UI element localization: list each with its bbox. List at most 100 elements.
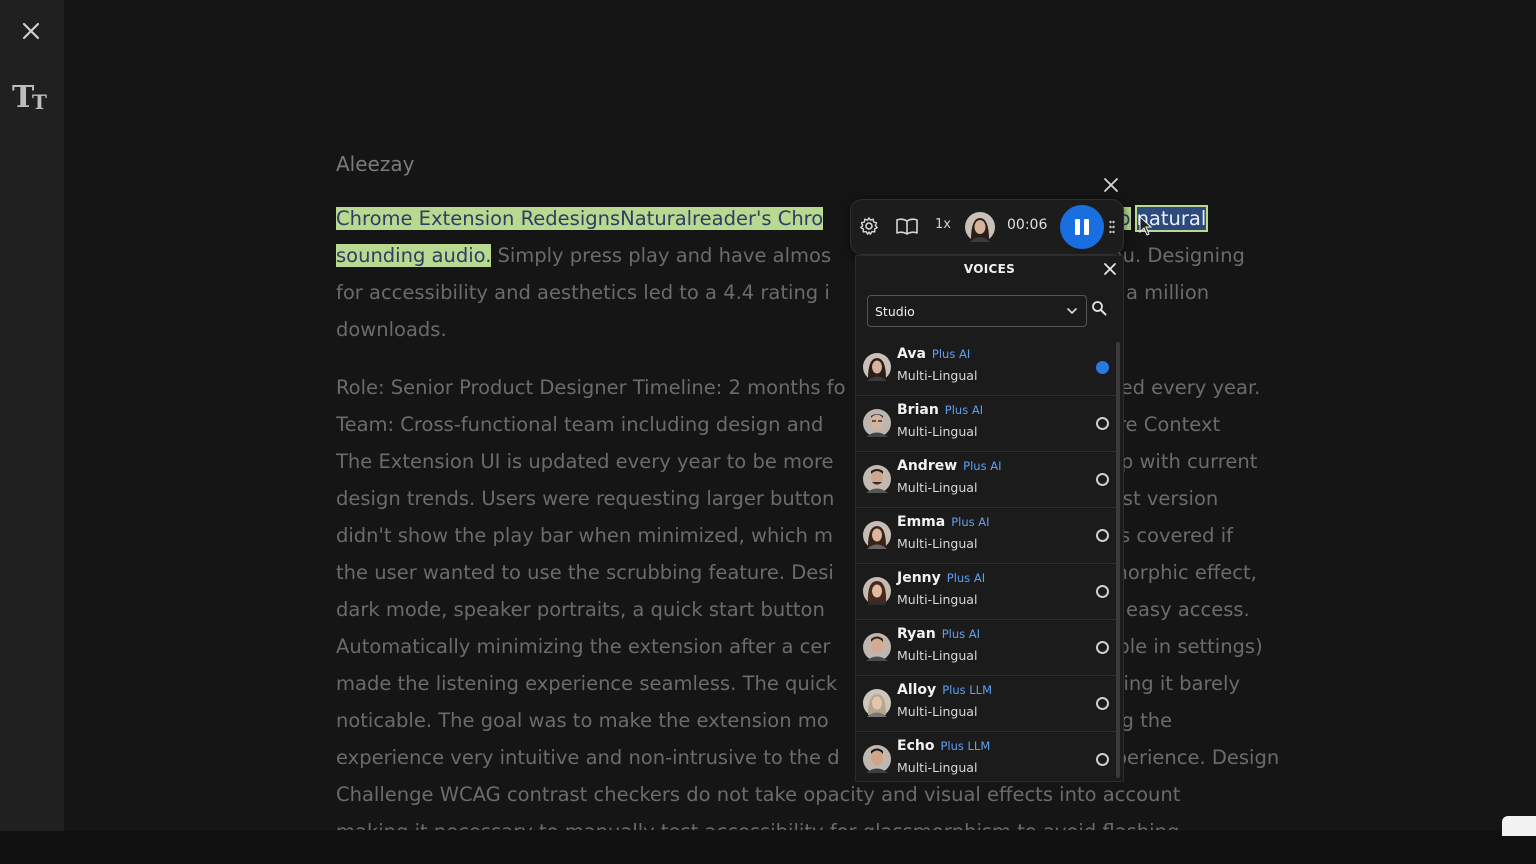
avatar (863, 689, 891, 717)
voice-radio-selected[interactable] (1096, 361, 1109, 374)
voice-name: Emma Plus AI (897, 514, 990, 530)
voice-category-value: Studio (875, 304, 915, 319)
elapsed-time: 00:06 (1007, 217, 1048, 233)
avatar (863, 465, 891, 493)
voice-list: Ava Plus AI Multi-Lingual Brian Plus AI Mu… (856, 340, 1116, 781)
article-author: Aleezay (336, 152, 415, 176)
voice-name: Ava Plus AI (897, 346, 970, 362)
voices-panel: VOICES Studio Ava Plus AI Multi-Lingual B… (855, 255, 1124, 782)
article-paragraph-2: Role: Senior Product Designer Timeline: … (336, 369, 1296, 830)
text-segment: downloads. (336, 318, 447, 341)
book-icon[interactable] (895, 216, 919, 236)
voice-tag: Plus AI (946, 571, 986, 585)
voice-name: Brian Plus AI (897, 402, 983, 418)
voice-name-text: Alloy (897, 682, 937, 698)
drag-handle-icon[interactable] (1109, 220, 1115, 234)
voice-item-ryan[interactable]: Ryan Plus AI Multi-Lingual (856, 620, 1116, 676)
voice-name: Echo Plus LLM (897, 738, 990, 754)
text-line: downloads. (336, 311, 1296, 348)
voice-item-echo[interactable]: Echo Plus LLM Multi-Lingual (856, 732, 1116, 781)
text-line: Team: Cross-functional team including de… (336, 406, 1296, 443)
text-segment: made the listening experience seamless. … (336, 672, 838, 695)
voice-item-jenny[interactable]: Jenny Plus AI Multi-Lingual (856, 564, 1116, 620)
text-segment: making it necessary to manually test acc… (336, 820, 1179, 830)
player-bar: 1x 00:06 (850, 199, 1124, 255)
voice-radio[interactable] (1096, 585, 1109, 598)
avatar (863, 409, 891, 437)
voice-radio[interactable] (1096, 697, 1109, 710)
voice-radio[interactable] (1096, 641, 1109, 654)
voice-radio[interactable] (1096, 753, 1109, 766)
text-line: Role: Senior Product Designer Timeline: … (336, 369, 1296, 406)
close-icon[interactable] (19, 19, 43, 43)
voice-tag: Plus AI (944, 403, 984, 417)
text-line: Challenge WCAG contrast checkers do not … (336, 776, 1296, 813)
text-line: experience very intuitive and non-intrus… (336, 739, 1296, 776)
scroll-up-button[interactable] (1502, 816, 1536, 836)
text-segment: irst version (1109, 487, 1219, 510)
text-line: the user wanted to use the scrubbing fea… (336, 554, 1296, 591)
voice-language: Multi-Lingual (897, 480, 978, 495)
reading-highlight: sounding audio. (336, 244, 492, 267)
avatar (863, 521, 891, 549)
voice-tag: Plus AI (931, 347, 971, 361)
voice-category-select[interactable]: Studio (867, 295, 1087, 327)
text-line: design trends. Users were requesting lar… (336, 480, 1296, 517)
avatar (863, 353, 891, 381)
voice-item-andrew[interactable]: Andrew Plus AI Multi-Lingual (856, 452, 1116, 508)
text-segment: up with current (1108, 450, 1258, 473)
voice-name: Alloy Plus LLM (897, 682, 992, 698)
text-segment: ed every year. (1120, 376, 1261, 399)
voice-language: Multi-Lingual (897, 648, 978, 663)
voice-list-scrollbar[interactable] (1116, 342, 1120, 778)
voices-close-icon[interactable] (1103, 262, 1117, 276)
voice-language: Multi-Lingual (897, 368, 978, 383)
voice-tag: Plus AI (963, 459, 1002, 473)
text-segment: design trends. Users were requesting lar… (336, 487, 835, 510)
text-size-glyph-small: T (32, 90, 47, 114)
voice-name: Ryan Plus AI (897, 626, 980, 642)
voice-tag: Plus AI (951, 515, 990, 529)
voice-language: Multi-Lingual (897, 536, 978, 551)
voice-name-text: Andrew (897, 458, 958, 474)
text-segment: noticable. The goal was to make the exte… (336, 709, 829, 732)
sidebar: T T (0, 0, 64, 831)
text-segment: perience. Design (1114, 746, 1280, 769)
voices-title: VOICES (963, 262, 1016, 276)
text-line: The Extension UI is updated every year t… (336, 443, 1296, 480)
text-line: noticable. The goal was to make the exte… (336, 702, 1296, 739)
text-segment: for accessibility and aesthetics led to … (336, 281, 830, 304)
text-segment: Challenge WCAG contrast checkers do not … (336, 783, 1181, 806)
text-segment: the user wanted to use the scrubbing fea… (336, 561, 834, 584)
voice-item-alloy[interactable]: Alloy Plus LLM Multi-Lingual (856, 676, 1116, 732)
voice-item-brian[interactable]: Brian Plus AI Multi-Lingual (856, 396, 1116, 452)
voice-tag: Plus LLM (942, 683, 992, 697)
voice-language: Multi-Lingual (897, 704, 978, 719)
text-segment: experience very intuitive and non-intrus… (336, 746, 840, 769)
text-segment: morphic effect, (1108, 561, 1257, 584)
text-line: didn't show the play bar when minimized,… (336, 517, 1296, 554)
pause-button[interactable] (1060, 205, 1104, 249)
voice-name-text: Ryan (897, 626, 936, 642)
text-segment: The Extension UI is updated every year t… (336, 450, 834, 473)
voice-item-ava[interactable]: Ava Plus AI Multi-Lingual (856, 340, 1116, 396)
playback-speed-button[interactable]: 1x (935, 217, 951, 232)
voice-radio[interactable] (1096, 473, 1109, 486)
text-segment: Simply press play and have almos (497, 244, 832, 267)
voice-name-text: Ava (897, 346, 926, 362)
text-line: sounding audio. Simply press play and hav… (336, 237, 1296, 274)
reading-highlight: Chrome Extension RedesignsNaturalreader'… (336, 207, 824, 230)
voice-radio[interactable] (1096, 417, 1109, 430)
settings-gear-icon[interactable] (859, 216, 879, 236)
search-icon[interactable] (1091, 300, 1107, 316)
voice-name: Andrew Plus AI (897, 458, 1001, 474)
voice-name: Jenny Plus AI (897, 570, 985, 586)
text-size-icon[interactable]: T T (12, 80, 52, 116)
voice-item-emma[interactable]: Emma Plus AI Multi-Lingual (856, 508, 1116, 564)
voice-avatar-icon[interactable] (965, 212, 995, 242)
voice-radio[interactable] (1096, 529, 1109, 542)
text-line: made the listening experience seamless. … (336, 665, 1296, 702)
voice-language: Multi-Lingual (897, 592, 978, 607)
text-segment: didn't show the play bar when minimized,… (336, 524, 834, 547)
player-close-icon[interactable] (1101, 175, 1121, 195)
